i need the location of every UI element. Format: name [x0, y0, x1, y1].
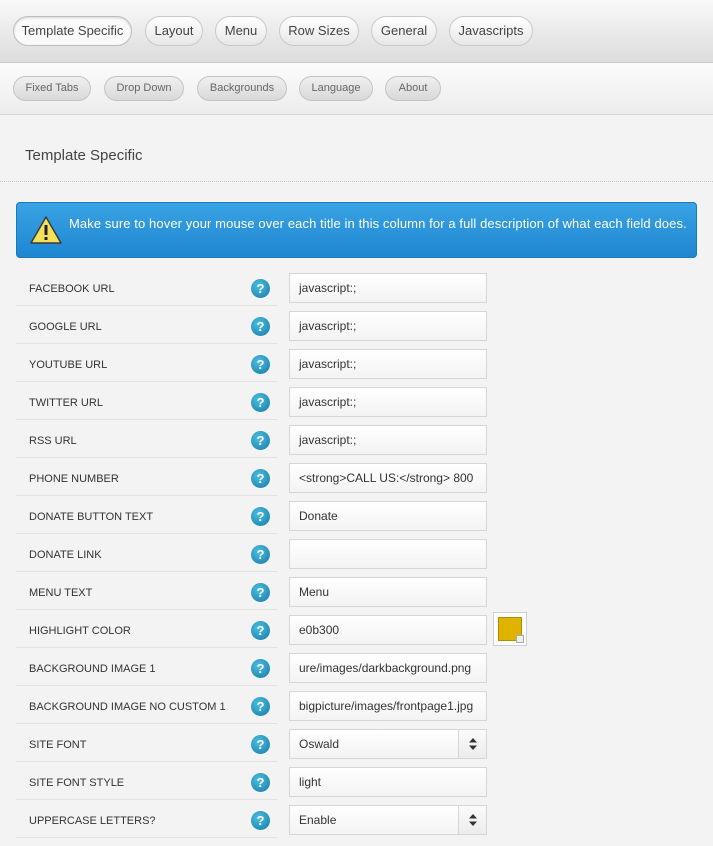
help-icon[interactable]: ? [251, 545, 270, 564]
select-arrows-icon[interactable] [458, 806, 486, 834]
help-icon[interactable]: ? [251, 431, 270, 450]
field-value: javascript:; [299, 395, 357, 409]
field-label-donate-link[interactable]: DONATE LINK [29, 549, 102, 561]
tab-menu[interactable]: Menu [215, 16, 267, 46]
field-label-donate-button-text[interactable]: DONATE BUTTON TEXT [29, 511, 153, 523]
help-icon[interactable]: ? [251, 469, 270, 488]
field-label-youtube-url[interactable]: YOUTUBE URL [29, 359, 107, 371]
help-icon[interactable]: ? [251, 317, 270, 336]
field-label-site-font-style[interactable]: SITE FONT STYLE [29, 777, 124, 789]
field-label-google-url[interactable]: GOOGLE URL [29, 321, 102, 333]
form-row-donate-button-text: DONATE BUTTON TEXT? [16, 496, 277, 534]
tab-template-specific[interactable]: Template Specific [13, 16, 132, 46]
input-twitter-url[interactable]: javascript:; [289, 387, 487, 417]
input-highlight-color[interactable]: e0b300 [289, 615, 487, 645]
info-alert: Make sure to hover your mouse over each … [16, 202, 697, 258]
select-site-font[interactable]: Oswald [289, 729, 487, 759]
form-row-facebook-url: FACEBOOK URL? [16, 268, 277, 306]
form-row-uppercase-letters: UPPERCASE LETTERS?? [16, 800, 277, 838]
field-value: <strong>CALL US:</strong> 800 [299, 471, 474, 485]
input-youtube-url[interactable]: javascript:; [289, 349, 487, 379]
form-row-background-image-no-custom-1: BACKGROUND IMAGE NO CUSTOM 1? [16, 686, 277, 724]
input-donate-link[interactable] [289, 539, 487, 569]
field-label-site-font[interactable]: SITE FONT [29, 739, 86, 751]
subtab-drop-down[interactable]: Drop Down [104, 76, 184, 101]
field-label-uppercase-letters[interactable]: UPPERCASE LETTERS? [29, 815, 156, 827]
form-row-highlight-color: HIGHLIGHT COLOR? [16, 610, 277, 648]
form-row-donate-link: DONATE LINK? [16, 534, 277, 572]
field-value: javascript:; [299, 319, 357, 333]
input-facebook-url[interactable]: javascript:; [289, 273, 487, 303]
field-value: ure/images/darkbackground.png [299, 661, 472, 675]
warning-icon [30, 216, 62, 244]
help-icon[interactable]: ? [251, 355, 270, 374]
field-label-highlight-color[interactable]: HIGHLIGHT COLOR [29, 625, 131, 637]
field-value: Enable [299, 813, 337, 827]
field-label-background-image-no-custom-1[interactable]: BACKGROUND IMAGE NO CUSTOM 1 [29, 701, 226, 713]
form-row-phone-number: PHONE NUMBER? [16, 458, 277, 496]
field-label-phone-number[interactable]: PHONE NUMBER [29, 473, 119, 485]
form-row-site-font-style: SITE FONT STYLE? [16, 762, 277, 800]
form-row-youtube-url: YOUTUBE URL? [16, 344, 277, 382]
field-label-background-image-1[interactable]: BACKGROUND IMAGE 1 [29, 663, 156, 675]
help-icon[interactable]: ? [251, 697, 270, 716]
form-row-menu-text: MENU TEXT? [16, 572, 277, 610]
highlight-color-picker[interactable] [493, 612, 527, 646]
input-rss-url[interactable]: javascript:; [289, 425, 487, 455]
field-value: bigpicture/images/frontpage1.jpg [299, 699, 474, 713]
field-label-twitter-url[interactable]: TWITTER URL [29, 397, 103, 409]
subtab-fixed-tabs[interactable]: Fixed Tabs [13, 76, 91, 101]
field-label-rss-url[interactable]: RSS URL [29, 435, 77, 447]
subtab-backgrounds[interactable]: Backgrounds [197, 76, 287, 101]
tab-row-sizes[interactable]: Row Sizes [279, 16, 359, 46]
alert-text: Make sure to hover your mouse over each … [69, 216, 687, 231]
help-icon[interactable]: ? [251, 583, 270, 602]
help-icon[interactable]: ? [251, 811, 270, 830]
form-row-background-image-1: BACKGROUND IMAGE 1? [16, 648, 277, 686]
field-label-menu-text[interactable]: MENU TEXT [29, 587, 92, 599]
form-row-rss-url: RSS URL? [16, 420, 277, 458]
help-icon[interactable]: ? [251, 393, 270, 412]
help-icon[interactable]: ? [251, 507, 270, 526]
input-background-image-no-custom-1[interactable]: bigpicture/images/frontpage1.jpg [289, 691, 487, 721]
field-value: javascript:; [299, 433, 357, 447]
help-icon[interactable]: ? [251, 621, 270, 640]
form-row-twitter-url: TWITTER URL? [16, 382, 277, 420]
primary-tab-bar: Template Specific Layout Menu Row Sizes … [0, 0, 713, 63]
field-value: javascript:; [299, 281, 357, 295]
input-donate-button-text[interactable]: Donate [289, 501, 487, 531]
input-menu-text[interactable]: Menu [289, 577, 487, 607]
color-picker-caret-icon [516, 635, 524, 643]
help-icon[interactable]: ? [251, 659, 270, 678]
help-icon[interactable]: ? [251, 773, 270, 792]
form-row-site-font: SITE FONT? [16, 724, 277, 762]
help-icon[interactable]: ? [251, 735, 270, 754]
tab-layout[interactable]: Layout [145, 16, 203, 46]
field-value: Donate [299, 509, 338, 523]
field-value: Oswald [299, 737, 340, 751]
select-uppercase-letters[interactable]: Enable [289, 805, 487, 835]
section-title: Template Specific [25, 147, 143, 164]
input-background-image-1[interactable]: ure/images/darkbackground.png [289, 653, 487, 683]
help-icon[interactable]: ? [251, 279, 270, 298]
section-divider [0, 181, 713, 182]
select-arrows-icon[interactable] [458, 730, 486, 758]
field-value: e0b300 [299, 623, 340, 637]
subtab-language[interactable]: Language [299, 76, 373, 101]
input-site-font-style[interactable]: light [289, 767, 487, 797]
field-value: light [299, 775, 322, 789]
tab-javascripts[interactable]: Javascripts [449, 16, 533, 46]
input-phone-number[interactable]: <strong>CALL US:</strong> 800 [289, 463, 487, 493]
form-row-google-url: GOOGLE URL? [16, 306, 277, 344]
field-label-facebook-url[interactable]: FACEBOOK URL [29, 283, 115, 295]
field-value: Menu [299, 585, 330, 599]
tab-general[interactable]: General [371, 16, 437, 46]
field-value: javascript:; [299, 357, 357, 371]
subtab-about[interactable]: About [385, 76, 441, 101]
input-google-url[interactable]: javascript:; [289, 311, 487, 341]
